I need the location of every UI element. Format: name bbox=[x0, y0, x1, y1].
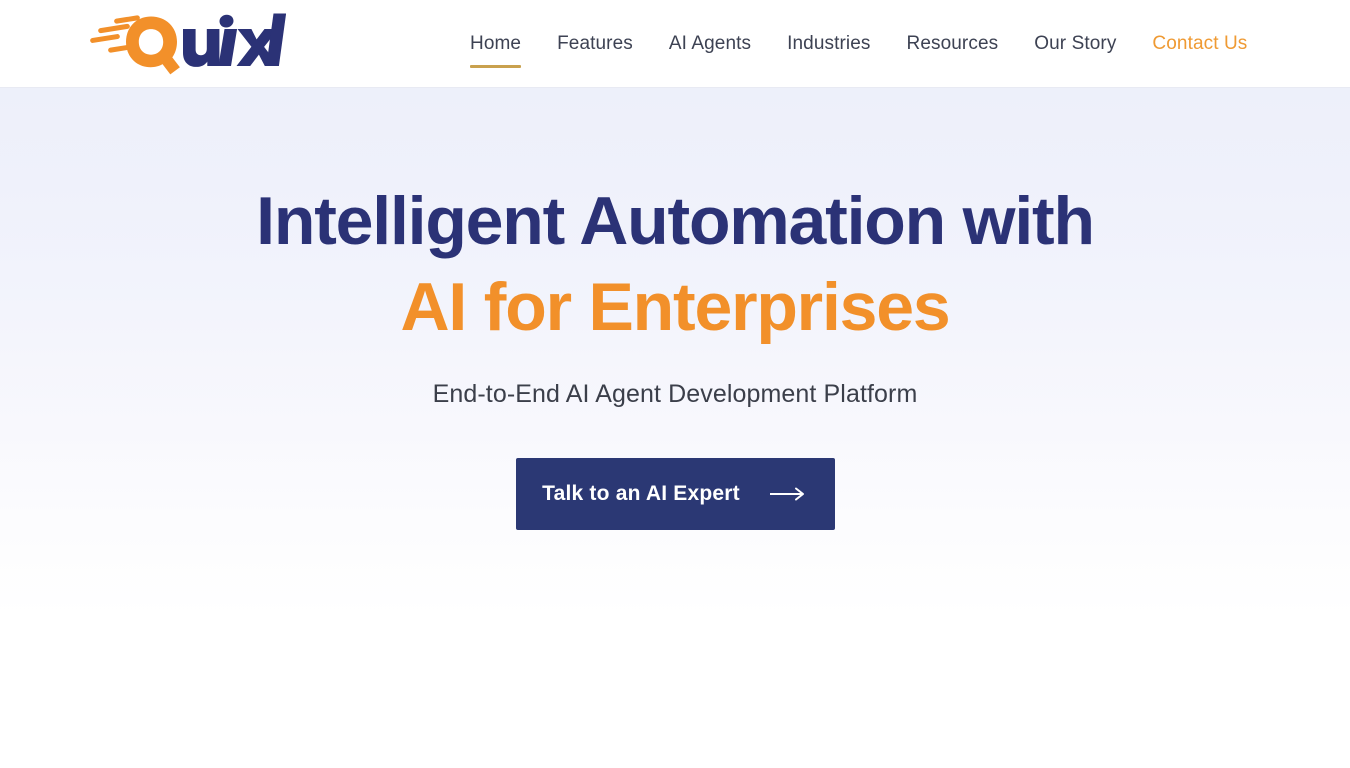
hero-subtitle: End-to-End AI Agent Development Platform bbox=[432, 380, 918, 408]
page-title: Intelligent Automation with AI for Enter… bbox=[0, 178, 1350, 350]
hero-cta-container: Talk to an AI Expert bbox=[0, 458, 1350, 530]
active-nav-underline bbox=[470, 65, 522, 68]
logo-q-mark bbox=[126, 16, 180, 75]
arrow-right-icon bbox=[769, 487, 804, 501]
talk-to-an-ai-expert-button[interactable]: Talk to an AI Expert bbox=[515, 458, 835, 530]
nav-item-contact-us[interactable]: Contact Us bbox=[1152, 27, 1247, 61]
site-header: Home Features AI Agents Industries Resou… bbox=[0, 0, 1350, 88]
nav-item-features[interactable]: Features bbox=[557, 27, 633, 61]
nav-label: Home bbox=[470, 33, 522, 54]
page-root: Home Features AI Agents Industries Resou… bbox=[0, 0, 1350, 768]
nav-item-our-story[interactable]: Our Story bbox=[1034, 27, 1116, 61]
nav-item-resources[interactable]: Resources bbox=[907, 27, 999, 61]
nav-item-ai-agents[interactable]: AI Agents bbox=[669, 27, 751, 61]
main-nav: Home Features AI Agents Industries Resou… bbox=[470, 0, 1247, 88]
cta-button-label: Talk to an AI Expert bbox=[542, 482, 740, 505]
hero-content: Intelligent Automation with AI for Enter… bbox=[0, 88, 1350, 530]
hero-section: Intelligent Automation with AI for Enter… bbox=[0, 88, 1350, 768]
nav-item-industries[interactable]: Industries bbox=[787, 27, 870, 61]
header-bottom-border bbox=[0, 87, 1350, 88]
nav-item-home[interactable]: Home bbox=[470, 27, 522, 68]
quixl-logo[interactable] bbox=[88, 11, 286, 77]
hero-title-line-1: Intelligent Automation with bbox=[256, 183, 1095, 259]
hero-title-line-2: AI for Enterprises bbox=[400, 269, 951, 345]
logo-wordmark bbox=[183, 13, 286, 67]
